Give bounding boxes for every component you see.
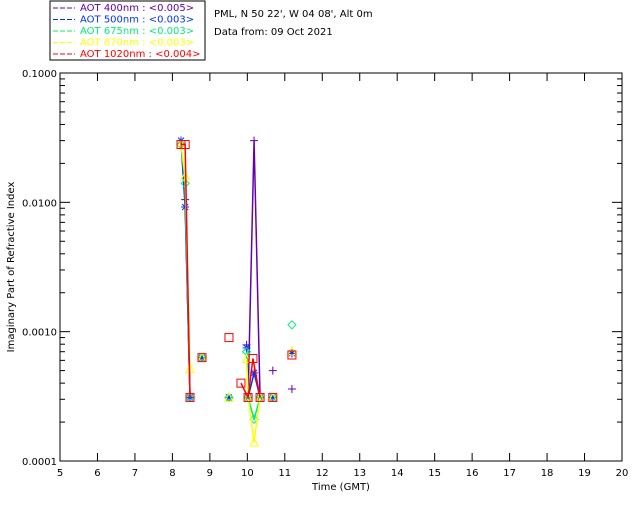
x-tick-label: 9 <box>207 468 213 479</box>
series-3 <box>176 139 297 447</box>
plot-area <box>59 72 623 462</box>
y-tick-label: 0.0001 <box>22 457 57 468</box>
x-tick-label: 13 <box>353 468 366 479</box>
x-tick-label: 6 <box>94 468 100 479</box>
legend-entry: AOT 1020nm : <0.004> <box>80 49 200 60</box>
series-1 <box>177 136 296 402</box>
asterisk-marker <box>268 393 277 402</box>
x-tick-label: 16 <box>466 468 479 479</box>
x-tick-label: 20 <box>616 468 629 479</box>
plus-marker <box>250 136 259 145</box>
x-tick-label: 19 <box>578 468 591 479</box>
x-tick-label: 7 <box>132 468 138 479</box>
plus-marker <box>268 366 277 375</box>
series-4 <box>176 140 297 402</box>
y-axis-label: Imaginary Part of Refractive Index <box>6 182 17 353</box>
legend-entry: AOT 400nm : <0.005> <box>80 3 194 14</box>
series-line <box>240 358 261 401</box>
square-marker <box>224 333 234 343</box>
legend-entry: AOT 675nm : <0.003> <box>80 26 194 37</box>
x-axis-label: Time (GMT) <box>311 482 370 493</box>
plus-marker <box>287 385 296 394</box>
x-tick-label: 14 <box>391 468 404 479</box>
x-tick-label: 15 <box>428 468 441 479</box>
legend: AOT 400nm : <0.005>AOT 500nm : <0.003>AO… <box>49 0 206 61</box>
diamond-marker <box>287 320 297 330</box>
axes: 5 6 7 8 9 10 11 12 13 14 15 16 17 18 19 20 0.1000 0.0100 0… <box>22 69 628 479</box>
x-tick-label: 11 <box>278 468 291 479</box>
x-tick-label: 17 <box>503 468 516 479</box>
chart: AOT 400nm : <0.005>AOT 500nm : <0.003>AO… <box>6 0 628 493</box>
y-tick-label: 0.1000 <box>22 69 57 80</box>
x-tick-label: 12 <box>316 468 329 479</box>
x-tick-label: 5 <box>57 468 63 479</box>
legend-entry: AOT 870nm : <0.003> <box>80 38 194 49</box>
asterisk-marker <box>197 353 206 362</box>
legend-entry: AOT 500nm : <0.003> <box>80 15 194 26</box>
y-tick-label: 0.0010 <box>22 328 57 339</box>
x-tick-label: 10 <box>241 468 254 479</box>
series-0 <box>177 136 296 402</box>
x-tick-label: 8 <box>169 468 175 479</box>
y-tick-label: 0.0100 <box>22 198 57 209</box>
chart-title-line-2: Data from: 09 Oct 2021 <box>214 27 333 38</box>
data-marks <box>176 136 297 447</box>
asterisk-marker <box>224 393 233 402</box>
chart-title-line-1: PML, N 50 22', W 04 08', Alt 0m <box>214 9 373 20</box>
x-tick-label: 18 <box>541 468 554 479</box>
